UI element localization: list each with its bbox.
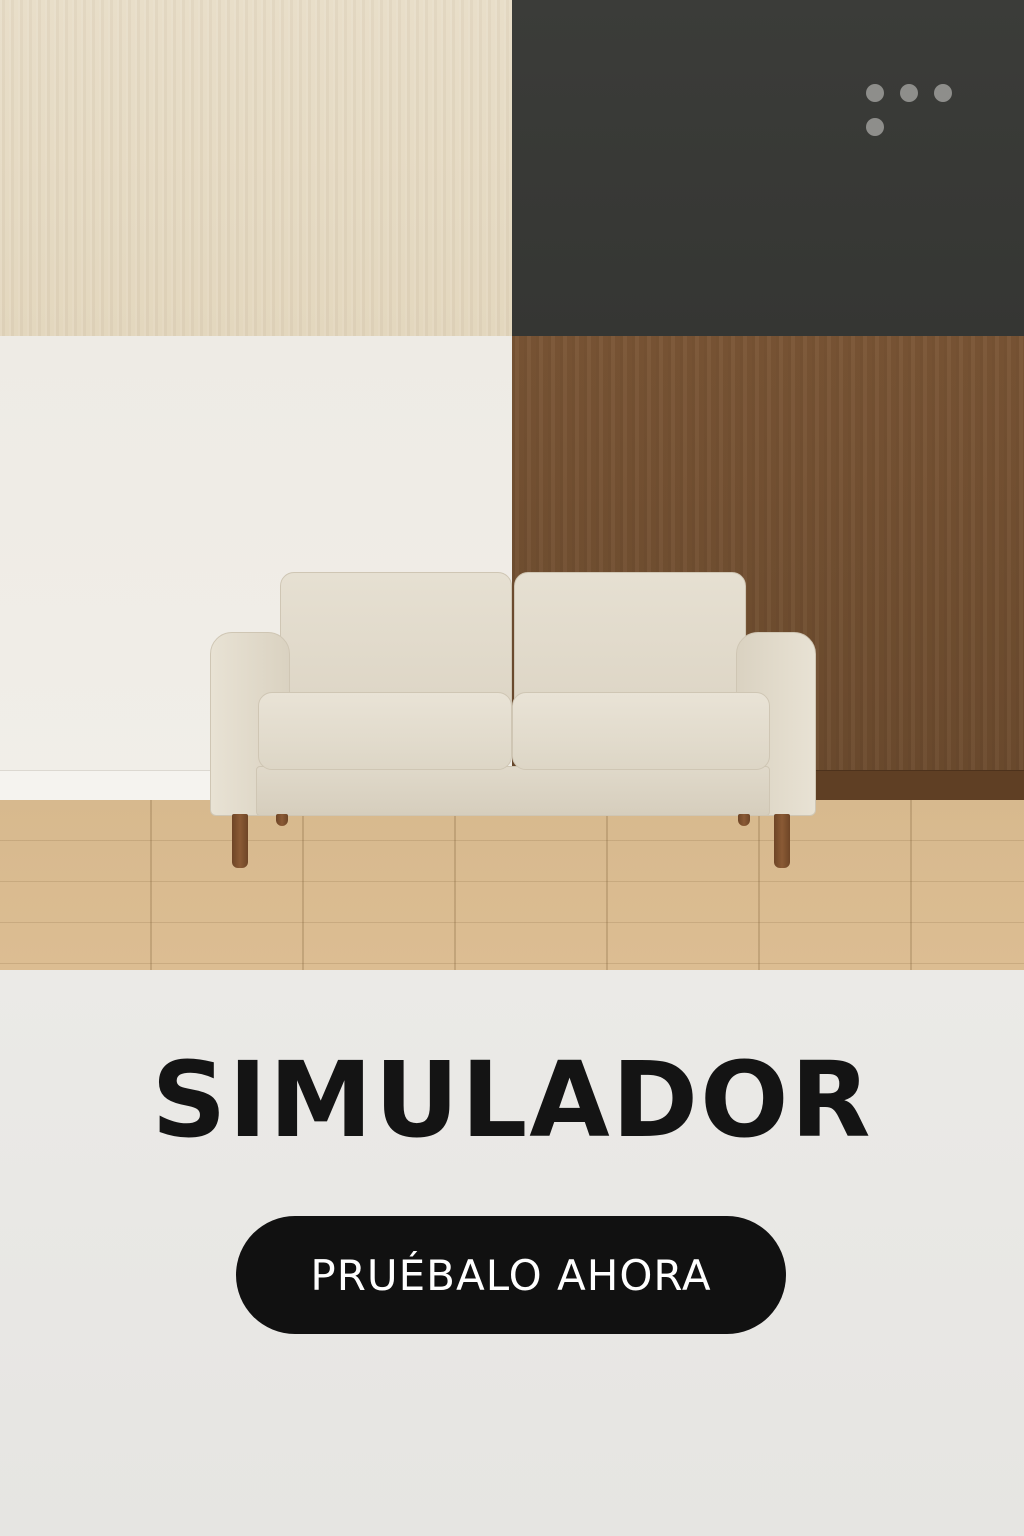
sofa-leg [232, 814, 248, 868]
more-dots-icon[interactable] [864, 82, 956, 138]
sofa-leg [774, 814, 790, 868]
try-now-button[interactable]: PRUÉBALO AHORA [236, 1216, 786, 1334]
menu-dot [934, 84, 952, 102]
sofa-leg [738, 814, 750, 826]
swatch-light-oak[interactable] [0, 0, 512, 336]
menu-dot [866, 84, 884, 102]
page-title: SIMULADOR [151, 1039, 873, 1161]
sofa-leg [276, 814, 288, 826]
sofa-seat-cushion-right [512, 692, 770, 770]
sofa-image [208, 570, 816, 870]
room-preview [0, 0, 1024, 970]
sofa-seat-cushion-left [258, 692, 512, 770]
menu-dot [900, 84, 918, 102]
menu-dot [866, 118, 884, 136]
swatch-charcoal[interactable] [512, 0, 1024, 336]
sofa-base [256, 766, 770, 816]
